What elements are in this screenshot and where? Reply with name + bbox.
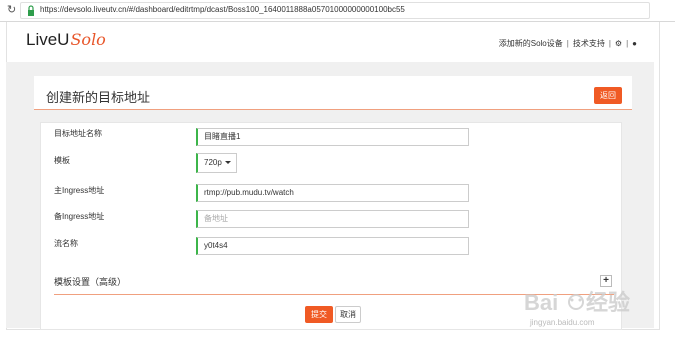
svg-text:经验: 经验 <box>586 290 630 315</box>
field-label-name: 目标地址名称 <box>54 129 102 138</box>
support-link[interactable]: 技术支持 <box>573 38 605 49</box>
gear-icon[interactable]: ⚙ <box>615 39 622 48</box>
back-button[interactable]: 返回 <box>594 87 622 104</box>
field-label-backup-ingress: 备Ingress地址 <box>54 212 105 221</box>
backup-ingress-input[interactable]: 备地址 <box>196 210 469 228</box>
nav-separator: | <box>608 39 611 48</box>
cancel-button[interactable]: 取消 <box>335 306 361 323</box>
template-select-value: 720p <box>204 158 222 167</box>
stream-name-input[interactable]: y0t4s4 <box>196 237 469 255</box>
globe-icon[interactable]: ● <box>632 39 637 48</box>
top-nav: 添加新的Solo设备 | 技术支持 | ⚙ | ● <box>499 38 637 49</box>
advanced-settings-label[interactable]: 模板设置（高级） <box>54 275 126 288</box>
logo-solo: Solo <box>70 30 106 49</box>
field-label-template: 模板 <box>54 156 70 165</box>
browser-address-bar: ↻ https://devsolo.liveutv.cn/#/dashboard… <box>0 0 675 22</box>
add-device-link[interactable]: 添加新的Solo设备 <box>499 38 563 49</box>
page-title: 创建新的目标地址 <box>46 90 151 105</box>
nav-separator: | <box>566 39 569 48</box>
url-text[interactable]: https://devsolo.liveutv.cn/#/dashboard/e… <box>40 5 405 14</box>
destination-name-input[interactable]: 目睹直播1 <box>196 128 469 146</box>
caret-down-icon <box>225 161 231 164</box>
baidu-watermark-logo: Bai 经验 <box>524 290 630 315</box>
field-label-primary-ingress: 主Ingress地址 <box>54 186 105 195</box>
nav-separator: | <box>626 39 629 48</box>
field-label-stream-name: 流名称 <box>54 239 78 248</box>
primary-ingress-input[interactable]: rtmp://pub.mudu.tv/watch <box>196 184 469 202</box>
lock-icon <box>28 5 34 16</box>
watermark-text: jingyan.baidu.com <box>530 318 595 327</box>
reload-icon[interactable]: ↻ <box>7 4 19 16</box>
template-select[interactable]: 720p <box>196 153 237 173</box>
svg-text:Bai: Bai <box>524 290 558 315</box>
submit-button[interactable]: 提交 <box>305 306 333 323</box>
logo-liveu: LiveU <box>26 30 70 49</box>
logo[interactable]: LiveUSolo <box>26 30 106 50</box>
